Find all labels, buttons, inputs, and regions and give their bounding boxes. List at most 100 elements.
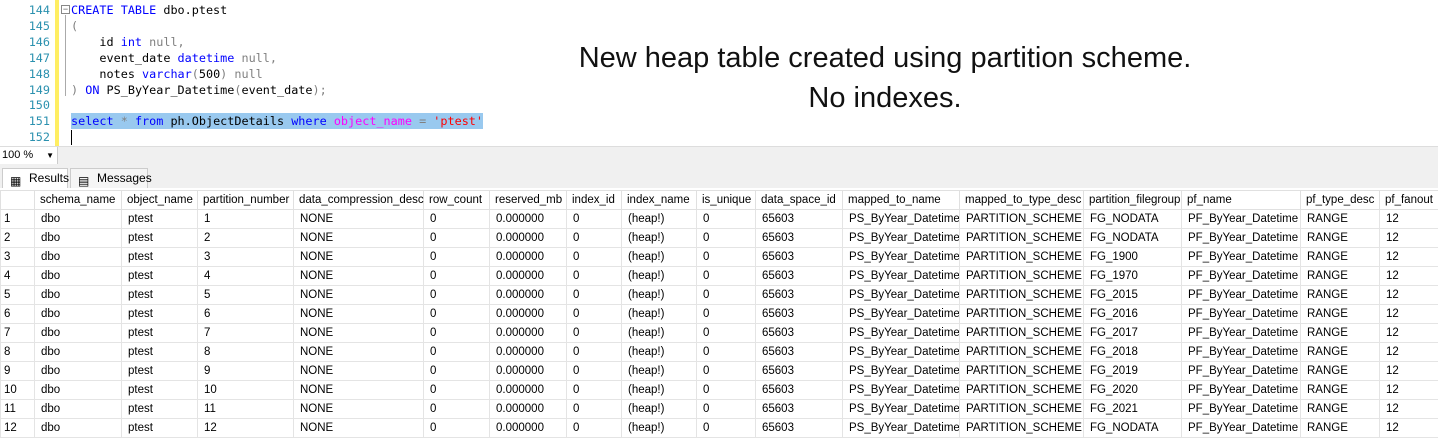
table-row[interactable]: 11 dbo ptest 11 NONE 0 0.000000 0 (heap!) 0 65603 P… — [0, 399, 1438, 419]
cell-object_name[interactable]: ptest — [121, 285, 198, 305]
column-header-index_name[interactable]: index_name — [621, 190, 697, 210]
cell-partition_filegroup[interactable]: FG_2018 — [1083, 342, 1182, 362]
cell-mapped_to_name[interactable]: PS_ByYear_Datetime — [842, 380, 960, 400]
column-header-mapped_to_name[interactable]: mapped_to_name — [842, 190, 960, 210]
cell-partition_number[interactable]: 2 — [197, 228, 294, 248]
column-header-data_compression_desc[interactable]: data_compression_desc — [293, 190, 424, 210]
cell-row_count[interactable]: 0 — [423, 380, 490, 400]
cell-is_unique[interactable]: 0 — [696, 285, 756, 305]
tab-results[interactable]: ▦ Results — [2, 168, 69, 188]
column-header-partition_number[interactable]: partition_number — [197, 190, 294, 210]
cell-index_id[interactable]: 0 — [566, 266, 622, 286]
cell-mapped_to_type_desc[interactable]: PARTITION_SCHEME — [959, 399, 1084, 419]
cell-mapped_to_name[interactable]: PS_ByYear_Datetime — [842, 285, 960, 305]
cell-row_count[interactable]: 0 — [423, 361, 490, 381]
row-number[interactable]: 2 — [0, 228, 35, 248]
cell-is_unique[interactable]: 0 — [696, 342, 756, 362]
cell-pf_fanout[interactable]: 12 — [1379, 323, 1438, 343]
cell-data_space_id[interactable]: 65603 — [755, 418, 843, 438]
cell-object_name[interactable]: ptest — [121, 247, 198, 267]
cell-pf_type_desc[interactable]: RANGE — [1300, 323, 1380, 343]
cell-pf_name[interactable]: PF_ByYear_Datetime — [1181, 266, 1301, 286]
cell-reserved_mb[interactable]: 0.000000 — [489, 418, 567, 438]
cell-data_compression_desc[interactable]: NONE — [293, 209, 424, 229]
query-editor[interactable]: 144 145 146 147 148 149 150 151 152 − CREATE TAB… — [0, 0, 1438, 146]
cell-schema_name[interactable]: dbo — [34, 247, 122, 267]
cell-index_id[interactable]: 0 — [566, 418, 622, 438]
table-row[interactable]: 3 dbo ptest 3 NONE 0 0.000000 0 (heap!) 0 65603 PS_… — [0, 247, 1438, 267]
cell-index_id[interactable]: 0 — [566, 380, 622, 400]
cell-schema_name[interactable]: dbo — [34, 209, 122, 229]
cell-pf_fanout[interactable]: 12 — [1379, 209, 1438, 229]
cell-row_count[interactable]: 0 — [423, 323, 490, 343]
cell-pf_type_desc[interactable]: RANGE — [1300, 209, 1380, 229]
table-row[interactable]: 8 dbo ptest 8 NONE 0 0.000000 0 (heap!) 0 65603 PS_… — [0, 342, 1438, 362]
cell-reserved_mb[interactable]: 0.000000 — [489, 304, 567, 324]
cell-partition_filegroup[interactable]: FG_2016 — [1083, 304, 1182, 324]
cell-data_compression_desc[interactable]: NONE — [293, 247, 424, 267]
cell-data_compression_desc[interactable]: NONE — [293, 342, 424, 362]
cell-pf_type_desc[interactable]: RANGE — [1300, 361, 1380, 381]
cell-is_unique[interactable]: 0 — [696, 418, 756, 438]
cell-data_compression_desc[interactable]: NONE — [293, 361, 424, 381]
cell-row_count[interactable]: 0 — [423, 399, 490, 419]
cell-reserved_mb[interactable]: 0.000000 — [489, 266, 567, 286]
cell-pf_name[interactable]: PF_ByYear_Datetime — [1181, 285, 1301, 305]
cell-pf_name[interactable]: PF_ByYear_Datetime — [1181, 380, 1301, 400]
cell-object_name[interactable]: ptest — [121, 228, 198, 248]
cell-partition_filegroup[interactable]: FG_2015 — [1083, 285, 1182, 305]
cell-mapped_to_type_desc[interactable]: PARTITION_SCHEME — [959, 323, 1084, 343]
cell-mapped_to_type_desc[interactable]: PARTITION_SCHEME — [959, 342, 1084, 362]
cell-mapped_to_name[interactable]: PS_ByYear_Datetime — [842, 399, 960, 419]
cell-index_name[interactable]: (heap!) — [621, 418, 697, 438]
code-line[interactable]: ( — [71, 18, 78, 34]
cell-schema_name[interactable]: dbo — [34, 361, 122, 381]
cell-is_unique[interactable]: 0 — [696, 380, 756, 400]
cell-reserved_mb[interactable]: 0.000000 — [489, 380, 567, 400]
column-header-pf_fanout[interactable]: pf_fanout — [1379, 190, 1438, 210]
cell-pf_type_desc[interactable]: RANGE — [1300, 285, 1380, 305]
cell-index_name[interactable]: (heap!) — [621, 285, 697, 305]
cell-row_count[interactable]: 0 — [423, 304, 490, 324]
cell-pf_name[interactable]: PF_ByYear_Datetime — [1181, 361, 1301, 381]
cell-mapped_to_type_desc[interactable]: PARTITION_SCHEME — [959, 228, 1084, 248]
table-row[interactable]: 1 dbo ptest 1 NONE 0 0.000000 0 (heap!) 0 65603 PS_… — [0, 209, 1438, 229]
cell-data_compression_desc[interactable]: NONE — [293, 399, 424, 419]
cell-partition_number[interactable]: 8 — [197, 342, 294, 362]
cell-is_unique[interactable]: 0 — [696, 266, 756, 286]
row-number[interactable]: 11 — [0, 399, 35, 419]
cell-reserved_mb[interactable]: 0.000000 — [489, 361, 567, 381]
cell-pf_name[interactable]: PF_ByYear_Datetime — [1181, 304, 1301, 324]
cell-index_id[interactable]: 0 — [566, 209, 622, 229]
code-line[interactable]: id int null, — [71, 34, 184, 50]
row-number[interactable]: 4 — [0, 266, 35, 286]
cell-index_name[interactable]: (heap!) — [621, 228, 697, 248]
cell-partition_number[interactable]: 7 — [197, 323, 294, 343]
cell-pf_fanout[interactable]: 12 — [1379, 418, 1438, 438]
cell-row_count[interactable]: 0 — [423, 266, 490, 286]
cell-mapped_to_name[interactable]: PS_ByYear_Datetime — [842, 228, 960, 248]
cell-reserved_mb[interactable]: 0.000000 — [489, 342, 567, 362]
cell-pf_type_desc[interactable]: RANGE — [1300, 399, 1380, 419]
cell-partition_filegroup[interactable]: FG_2019 — [1083, 361, 1182, 381]
cell-data_compression_desc[interactable]: NONE — [293, 323, 424, 343]
cell-row_count[interactable]: 0 — [423, 342, 490, 362]
cell-pf_type_desc[interactable]: RANGE — [1300, 247, 1380, 267]
cell-pf_type_desc[interactable]: RANGE — [1300, 228, 1380, 248]
cell-is_unique[interactable]: 0 — [696, 323, 756, 343]
table-row[interactable]: 5 dbo ptest 5 NONE 0 0.000000 0 (heap!) 0 65603 PS_… — [0, 285, 1438, 305]
cell-object_name[interactable]: ptest — [121, 323, 198, 343]
cell-pf_type_desc[interactable]: RANGE — [1300, 304, 1380, 324]
tab-messages[interactable]: ▤ Messages — [70, 168, 152, 188]
cell-index_name[interactable]: (heap!) — [621, 209, 697, 229]
cell-pf_name[interactable]: PF_ByYear_Datetime — [1181, 209, 1301, 229]
cell-mapped_to_name[interactable]: PS_ByYear_Datetime — [842, 323, 960, 343]
cell-mapped_to_type_desc[interactable]: PARTITION_SCHEME — [959, 247, 1084, 267]
cell-data_compression_desc[interactable]: NONE — [293, 285, 424, 305]
cell-object_name[interactable]: ptest — [121, 209, 198, 229]
row-number[interactable]: 3 — [0, 247, 35, 267]
cell-partition_filegroup[interactable]: FG_NODATA — [1083, 209, 1182, 229]
table-row[interactable]: 2 dbo ptest 2 NONE 0 0.000000 0 (heap!) 0 65603 PS_… — [0, 228, 1438, 248]
cell-pf_fanout[interactable]: 12 — [1379, 380, 1438, 400]
cell-object_name[interactable]: ptest — [121, 399, 198, 419]
